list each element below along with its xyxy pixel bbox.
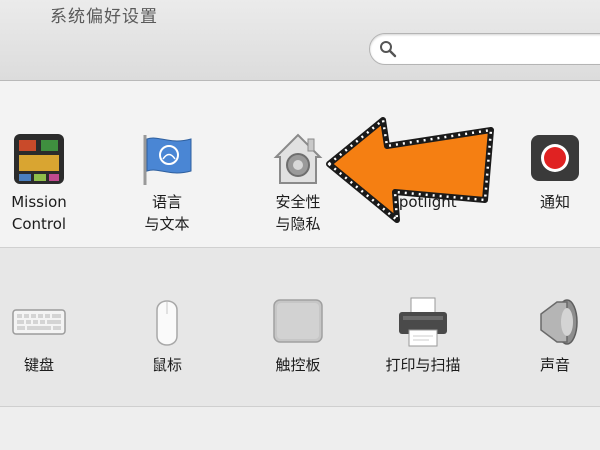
pref-sound[interactable]: 声音 <box>507 294 600 376</box>
pref-label: 通知 <box>539 193 570 211</box>
search-field[interactable] <box>369 33 600 65</box>
window-toolbar: 系统偏好设置 <box>0 0 600 81</box>
pref-mouse[interactable]: 鼠标 <box>119 294 215 376</box>
search-input[interactable] <box>402 38 600 60</box>
mouse-icon <box>156 300 178 346</box>
pref-trackpad[interactable]: 触控板 <box>250 294 346 376</box>
notifications-icon <box>531 135 579 181</box>
personal-prefs-section: Mission Control 语言 与文本 安全性 与隐私 Spotlight <box>0 81 600 248</box>
search-icon <box>380 41 397 58</box>
language-flag-icon <box>143 135 192 185</box>
pref-language-text[interactable]: 语言 与文本 <box>119 131 215 235</box>
pref-label: 打印与扫描 <box>385 356 461 374</box>
next-prefs-section <box>0 407 600 450</box>
pref-label: 键盘 <box>23 356 54 374</box>
pref-label: 触控板 <box>275 356 321 374</box>
window-title: 系统偏好设置 <box>50 7 158 27</box>
pointer-arrow-icon <box>326 117 494 223</box>
pref-label: 语言 与文本 <box>144 193 190 233</box>
pref-notifications[interactable]: 通知 <box>507 131 600 213</box>
pref-keyboard[interactable]: 键盘 <box>0 294 87 376</box>
pref-label: 声音 <box>539 356 570 374</box>
pref-label: Mission Control <box>11 193 67 233</box>
hardware-prefs-section: 键盘 鼠标 触控板 打印与扫描 声音 <box>0 248 600 407</box>
pref-label: 鼠标 <box>151 356 182 374</box>
keyboard-icon <box>12 309 66 335</box>
trackpad-icon <box>273 299 323 343</box>
pref-print-scan[interactable]: 打印与扫描 <box>375 294 471 376</box>
mission-control-icon <box>14 134 64 184</box>
speaker-icon <box>540 299 578 345</box>
security-house-icon <box>273 133 323 184</box>
printer-icon <box>399 297 447 347</box>
pref-mission-control[interactable]: Mission Control <box>0 131 87 235</box>
